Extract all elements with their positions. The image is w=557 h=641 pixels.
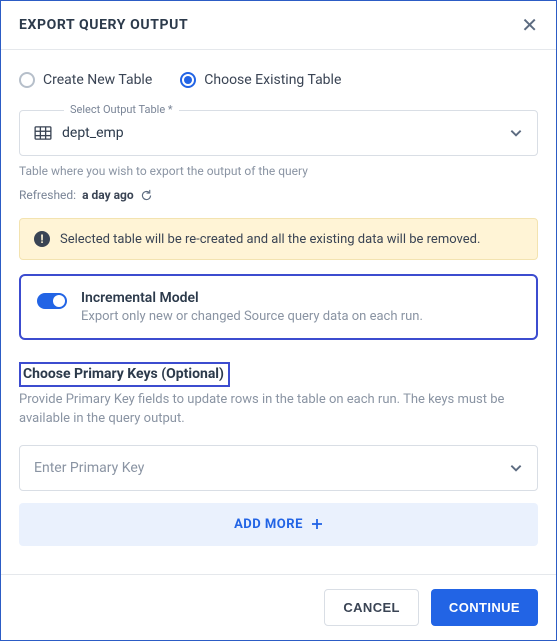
primary-key-placeholder: Enter Primary Key bbox=[34, 460, 144, 476]
output-table-value: dept_emp bbox=[62, 125, 499, 141]
warning-text: Selected table will be re-created and al… bbox=[60, 232, 480, 247]
primary-keys-subtext: Provide Primary Key fields to update row… bbox=[19, 391, 538, 429]
radio-label: Create New Table bbox=[43, 72, 152, 88]
table-icon bbox=[34, 126, 52, 140]
incremental-toggle[interactable] bbox=[37, 293, 67, 309]
plus-icon bbox=[311, 518, 323, 530]
primary-keys-section: Choose Primary Keys (Optional) Provide P… bbox=[19, 362, 538, 546]
dialog-title: EXPORT QUERY OUTPUT bbox=[19, 17, 188, 33]
output-table-help: Table where you wish to export the outpu… bbox=[19, 164, 538, 178]
dialog-footer: CANCEL CONTINUE bbox=[1, 574, 556, 640]
cancel-button[interactable]: CANCEL bbox=[324, 589, 419, 626]
radio-icon bbox=[180, 72, 196, 88]
radio-create-new-table[interactable]: Create New Table bbox=[19, 72, 152, 88]
incremental-model-box: Incremental Model Export only new or cha… bbox=[19, 274, 538, 340]
incremental-text: Incremental Model Export only new or cha… bbox=[81, 290, 423, 324]
refreshed-row: Refreshed: a day ago bbox=[19, 188, 538, 202]
primary-key-select[interactable]: Enter Primary Key bbox=[19, 445, 538, 491]
recreate-warning-banner: ! Selected table will be re-created and … bbox=[19, 218, 538, 260]
incremental-subtitle: Export only new or changed Source query … bbox=[81, 309, 423, 324]
table-mode-radio-group: Create New Table Choose Existing Table bbox=[19, 72, 538, 88]
field-label: Select Output Table * bbox=[64, 103, 179, 116]
primary-keys-heading: Choose Primary Keys (Optional) bbox=[19, 362, 230, 387]
refresh-icon[interactable] bbox=[140, 189, 153, 202]
radio-icon bbox=[19, 72, 35, 88]
dialog-body: Create New Table Choose Existing Table S… bbox=[1, 50, 556, 574]
add-more-button[interactable]: ADD MORE bbox=[19, 503, 538, 546]
output-table-select[interactable]: Select Output Table * dept_emp bbox=[19, 110, 538, 156]
incremental-title: Incremental Model bbox=[81, 290, 423, 306]
chevron-down-icon bbox=[509, 126, 523, 140]
continue-button[interactable]: CONTINUE bbox=[431, 589, 538, 626]
dialog-header: EXPORT QUERY OUTPUT ✕ bbox=[1, 1, 556, 50]
refreshed-value: a day ago bbox=[82, 188, 134, 202]
close-icon[interactable]: ✕ bbox=[521, 15, 538, 35]
warning-icon: ! bbox=[34, 231, 50, 247]
chevron-down-icon bbox=[509, 461, 523, 475]
add-more-label: ADD MORE bbox=[234, 517, 303, 532]
radio-choose-existing-table[interactable]: Choose Existing Table bbox=[180, 72, 341, 88]
refreshed-prefix: Refreshed: bbox=[19, 188, 76, 202]
radio-label: Choose Existing Table bbox=[204, 72, 341, 88]
